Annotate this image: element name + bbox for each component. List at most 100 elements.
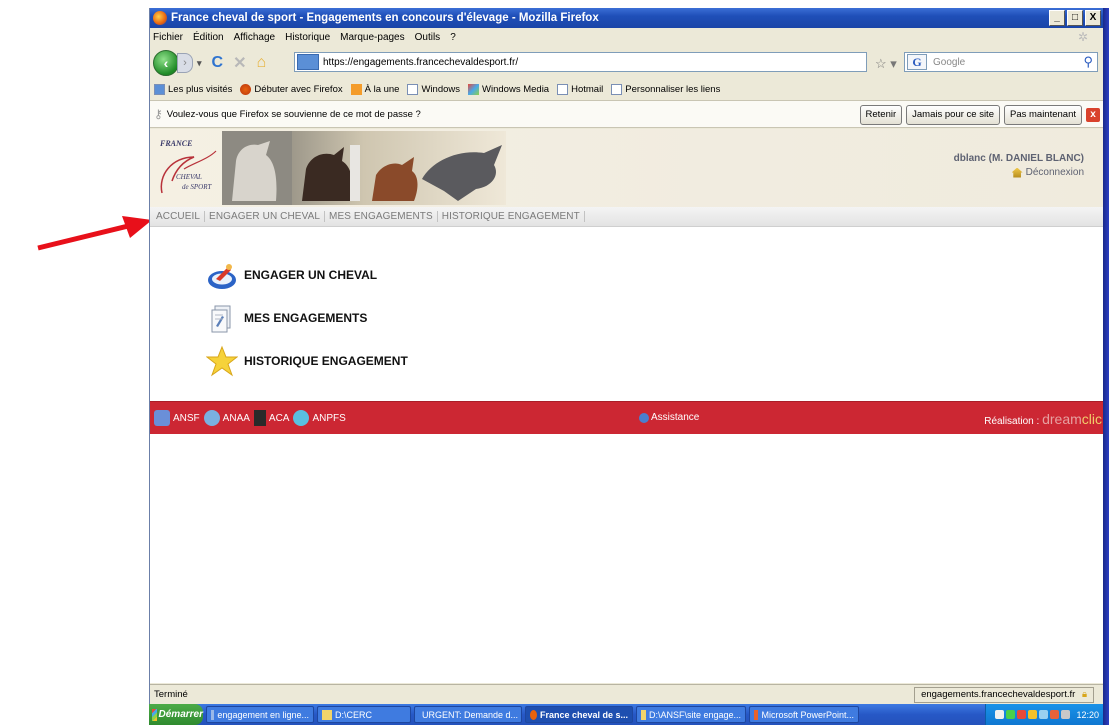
anaa-logo-icon (203, 410, 220, 426)
page-icon (611, 83, 623, 95)
tray-icon[interactable] (995, 710, 1005, 719)
close-notification-icon[interactable]: x (1086, 108, 1100, 122)
title-bar: France cheval de sport - Engagements en … (150, 8, 1104, 28)
windows-logo-icon (152, 708, 157, 721)
status-text: Terminé (154, 689, 188, 700)
partner-anaa[interactable]: ANAA (203, 410, 250, 426)
partner-ansf[interactable]: ANSF (154, 410, 200, 426)
url-bar[interactable]: https://engagements.francechevaldesport.… (294, 52, 867, 72)
tray-icon[interactable] (1061, 710, 1071, 719)
start-button[interactable]: Démarrer (149, 704, 203, 725)
menu-view[interactable]: Affichage (234, 32, 276, 43)
tray-icon[interactable] (1006, 710, 1016, 719)
menu-mes-engagements-label[interactable]: MES ENGAGEMENTS (244, 311, 367, 325)
padlock-icon[interactable]: 🔒︎ (1082, 689, 1087, 700)
page-content: FRANCE CHEVAL de SPORT dblanc (M. DANIEL… (150, 129, 1104, 683)
page-icon (557, 83, 569, 95)
home-icon (1011, 167, 1023, 178)
menu-historique-engagement-label[interactable]: HISTORIQUE ENGAGEMENT (244, 354, 408, 368)
password-message: Voulez-vous que Firefox se souvienne de … (166, 108, 421, 120)
search-placeholder: Google (933, 56, 966, 68)
site-identity-icon[interactable] (297, 54, 319, 70)
stop-icon[interactable]: ✕ (233, 53, 246, 73)
task-powerpoint[interactable]: Microsoft PowerPoint... (749, 706, 859, 723)
user-name: dblanc (M. DANIEL BLANC) (953, 153, 1084, 164)
folder-icon (641, 709, 646, 720)
partner-aca[interactable]: ACA (253, 410, 289, 426)
menu-file[interactable]: Fichier (153, 32, 183, 43)
tray-icon[interactable] (1017, 710, 1027, 719)
never-for-site-button[interactable]: Jamais pour ce site (906, 105, 1000, 125)
history-dropdown-icon[interactable]: ▾ (197, 58, 202, 69)
bookmark-star-icon[interactable]: ☆ ▾ (875, 56, 897, 72)
minimize-button[interactable]: _ (1049, 10, 1065, 26)
menu-help[interactable]: ? (450, 32, 456, 43)
navigation-toolbar: ‹ › ▾ C ✕ ⌂ https://engagements.francech… (150, 47, 1104, 79)
nav-historique-engagement[interactable]: HISTORIQUE ENGAGEMENT (438, 211, 585, 222)
clock[interactable]: 12:20 (1076, 710, 1099, 720)
assistance-link[interactable]: Assistance (639, 412, 699, 423)
firefox-icon (530, 709, 537, 720)
app-icon (211, 709, 215, 720)
menu-edit[interactable]: Édition (193, 32, 224, 43)
logo-text-cheval: CHEVAL (176, 173, 202, 181)
tray-icon[interactable] (1039, 710, 1049, 719)
menu-tools[interactable]: Outils (415, 32, 441, 43)
close-button[interactable]: X (1085, 10, 1101, 26)
site-navigation: ACCUEIL ENGAGER UN CHEVAL MES ENGAGEMENT… (150, 207, 1104, 227)
logout-label[interactable]: Déconnexion (1026, 167, 1084, 178)
bookmark-headlines[interactable]: À la une (350, 83, 399, 95)
search-box[interactable]: G Google ⚲ (904, 52, 1098, 72)
bookmark-icon (154, 83, 165, 95)
site-header: FRANCE CHEVAL de SPORT dblanc (M. DANIEL… (150, 129, 1104, 207)
task-firefox[interactable]: France cheval de s... (525, 706, 633, 723)
task-cerc-folder[interactable]: D:\CERC (317, 706, 411, 723)
tray-icon[interactable] (1028, 710, 1038, 719)
menu-engager-cheval-label[interactable]: ENGAGER UN CHEVAL (244, 268, 377, 282)
reload-icon[interactable]: C (212, 54, 224, 72)
google-icon[interactable]: G (907, 54, 927, 70)
logout-link[interactable]: Déconnexion (1011, 167, 1084, 178)
window-title: France cheval de sport - Engagements en … (171, 12, 599, 24)
menu-bookmarks[interactable]: Marque-pages (340, 32, 404, 43)
maximize-button[interactable]: □ (1067, 10, 1083, 26)
remember-button[interactable]: Retenir (859, 105, 903, 125)
menu-historique-engagement[interactable]: HISTORIQUE ENGAGEMENT (206, 345, 408, 377)
dreamclic-logo[interactable]: dreamclic (1042, 411, 1102, 427)
nav-engager-cheval[interactable]: ENGAGER UN CHEVAL (205, 211, 326, 222)
home-icon[interactable]: ⌂ (257, 54, 267, 72)
bookmark-getting-started[interactable]: Débuter avec Firefox (240, 83, 343, 95)
system-tray: 12:20 (985, 704, 1103, 725)
bookmark-windows[interactable]: Windows (407, 83, 460, 95)
menu-history[interactable]: Historique (285, 32, 330, 43)
menu-bar: Fichier Édition Affichage Historique Mar… (150, 28, 1104, 46)
bookmark-customize-links[interactable]: Personnaliser les liens (611, 83, 720, 95)
realisation-credit[interactable]: Réalisation : dreamclic (984, 411, 1102, 427)
windows-taskbar: Démarrer engagement en ligne... D:\CERC … (149, 704, 1103, 725)
not-now-button[interactable]: Pas maintenant (1003, 105, 1082, 125)
menu-engager-cheval[interactable]: ENGAGER UN CHEVAL (206, 259, 377, 291)
tray-icon[interactable] (1050, 710, 1060, 719)
nav-mes-engagements[interactable]: MES ENGAGEMENTS (325, 211, 438, 222)
back-button[interactable]: ‹ (153, 50, 179, 76)
bookmark-hotmail[interactable]: Hotmail (557, 83, 603, 95)
ansf-logo-icon (154, 410, 170, 426)
task-engagement-en-ligne[interactable]: engagement en ligne... (206, 706, 314, 723)
partner-anpfs[interactable]: ANPFS (293, 410, 346, 426)
star-icon (206, 345, 238, 377)
nav-accueil[interactable]: ACCUEIL (152, 211, 206, 222)
menu-mes-engagements[interactable]: MES ENGAGEMENTS (206, 302, 367, 334)
site-logo[interactable]: FRANCE CHEVAL de SPORT (154, 135, 220, 201)
task-urgent-email[interactable]: URGENT: Demande d... (414, 706, 522, 723)
search-icon[interactable]: ⚲ (1083, 54, 1093, 70)
task-ansf-folder[interactable]: D:\ANSF\site engage... (636, 706, 746, 723)
forward-button[interactable]: › (177, 53, 193, 73)
password-notification-bar: ⚷ Voulez-vous que Firefox se souvienne d… (150, 100, 1104, 128)
logo-text-sport: de SPORT (182, 183, 212, 191)
info-icon (639, 412, 649, 423)
status-domain: engagements.francechevaldesport.fr 🔒︎ (914, 687, 1094, 703)
bookmark-most-visited[interactable]: Les plus visités (154, 83, 232, 95)
window-edge (1103, 8, 1109, 725)
bookmark-windows-media[interactable]: Windows Media (468, 83, 549, 95)
url-text[interactable]: https://engagements.francechevaldesport.… (323, 57, 518, 68)
